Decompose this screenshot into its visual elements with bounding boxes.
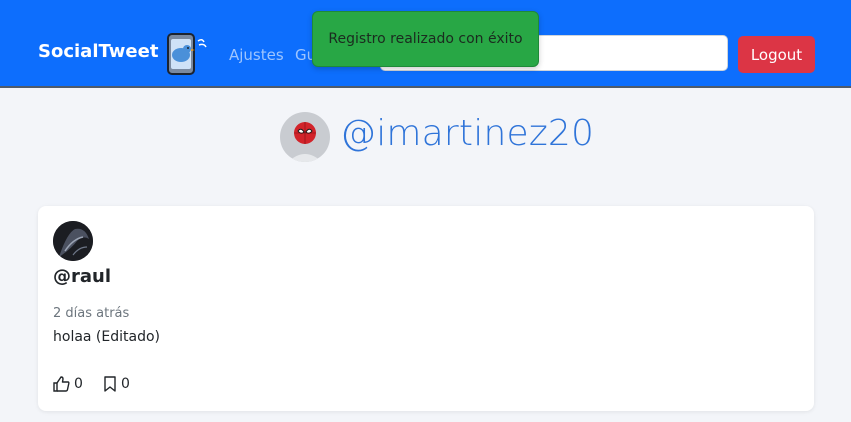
post-avatar[interactable]	[53, 221, 93, 261]
like-count: 0	[74, 376, 83, 392]
post-content: holaa (Editado)	[53, 329, 161, 345]
toast-message: Registro realizado con éxito	[328, 31, 523, 47]
spiderman-avatar-icon	[288, 122, 322, 162]
like-button[interactable]: 0	[53, 376, 83, 392]
bookmark-count: 0	[121, 376, 130, 392]
bookmark-button[interactable]: 0	[103, 376, 130, 392]
bookmark-icon	[104, 376, 116, 392]
profile-handle: @imartinez20	[340, 113, 595, 154]
phone-bird-logo-icon[interactable]	[163, 31, 209, 77]
nav-link-ajustes[interactable]: Ajustes	[229, 46, 284, 64]
brand-name[interactable]: SocialTweet	[38, 41, 158, 62]
thumbs-up-icon	[53, 376, 70, 392]
post-card: @raul 2 días atrás holaa (Editado) 0 0	[38, 206, 814, 411]
venom-avatar-icon	[53, 221, 93, 261]
post-username[interactable]: @raul	[53, 266, 111, 287]
post-timestamp: 2 días atrás	[53, 306, 130, 321]
success-toast: Registro realizado con éxito	[312, 11, 539, 67]
logout-button[interactable]: Logout	[738, 36, 815, 73]
profile-avatar	[280, 112, 330, 162]
